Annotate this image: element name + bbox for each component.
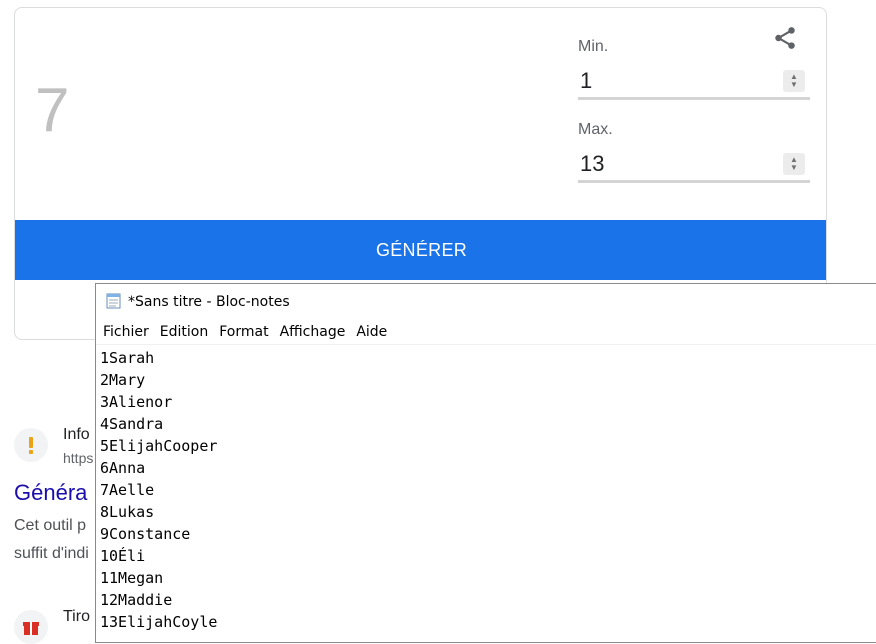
min-spinner[interactable]: ▲ ▼	[783, 70, 805, 92]
text-line: 7Aelle	[100, 481, 155, 499]
result-site-name[interactable]: Info	[63, 426, 90, 444]
text-line: 2Mary	[100, 371, 146, 389]
menu-edition[interactable]: Edition	[157, 324, 215, 340]
chevron-down-icon: ▼	[790, 80, 798, 89]
result-snippet-line: Cet outil p	[14, 517, 87, 534]
text-line: 4Sandra	[100, 415, 164, 433]
text-line: 11Megan	[100, 569, 164, 587]
max-spinner[interactable]: ▲ ▼	[783, 153, 805, 175]
share-icon	[775, 27, 795, 49]
text-line: 10Éli	[100, 547, 146, 565]
result-url[interactable]: https	[63, 450, 93, 466]
notepad-title: *Sans titre - Bloc-notes	[128, 294, 290, 310]
result-site-name[interactable]: Tiro	[63, 608, 90, 626]
min-input[interactable]	[578, 65, 810, 100]
warning-icon	[14, 428, 48, 462]
text-line: 5ElijahCooper	[100, 437, 218, 455]
menu-fichier[interactable]: Fichier	[100, 324, 156, 340]
share-button[interactable]	[771, 24, 799, 52]
text-line: 12Maddie	[100, 591, 173, 609]
max-label: Max.	[578, 121, 613, 138]
notepad-window: *Sans titre - Bloc-notes Fichier Edition…	[95, 283, 876, 643]
generated-number: 7	[35, 76, 70, 145]
notepad-titlebar[interactable]: *Sans titre - Bloc-notes	[96, 284, 876, 320]
result-heading-link[interactable]: Généra	[14, 480, 87, 506]
text-line: 13ElijahCoyle	[100, 613, 218, 631]
min-label: Min.	[578, 38, 609, 55]
text-line: 1Sarah	[100, 349, 155, 367]
chevron-down-icon: ▼	[790, 163, 798, 172]
text-line: 6Anna	[100, 459, 146, 477]
menu-format[interactable]: Format	[216, 324, 275, 340]
notepad-menubar: Fichier Edition Format Affichage Aide	[96, 320, 876, 345]
text-line: 3Alienor	[100, 393, 173, 411]
notepad-text-area[interactable]: 1Sarah 2Mary 3Alienor 4Sandra 5ElijahCoo…	[96, 345, 876, 633]
text-line: 8Lukas	[100, 503, 155, 521]
text-line: 9Constance	[100, 525, 191, 543]
gift-icon	[14, 610, 48, 644]
notepad-app-icon	[105, 292, 122, 313]
generate-button[interactable]: GÉNÉRER	[15, 220, 826, 280]
max-input[interactable]	[578, 148, 810, 183]
menu-aide[interactable]: Aide	[353, 324, 394, 340]
result-snippet-line: suffit d'indi	[14, 545, 89, 562]
menu-affichage[interactable]: Affichage	[277, 324, 353, 340]
